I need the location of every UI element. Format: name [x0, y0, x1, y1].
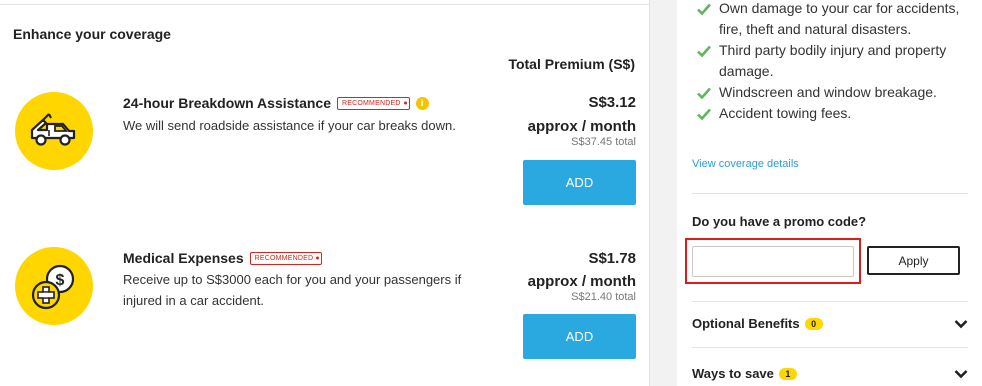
count-badge: 1 [778, 367, 797, 380]
coverage-text: Windscreen and window breakage. [719, 84, 937, 100]
addon-period: approx / month [527, 273, 636, 290]
chevron-down-icon [954, 319, 968, 328]
addon-total: S$37.45 total [571, 136, 636, 148]
chevron-down-icon [954, 369, 968, 378]
view-coverage-details-link[interactable]: View coverage details [692, 158, 799, 170]
promo-code-input[interactable] [692, 246, 854, 277]
coverage-text: Accident towing fees. [719, 105, 852, 121]
add-breakdown-button[interactable]: ADD [523, 160, 636, 205]
ways-to-save-text: Ways to save [692, 366, 774, 381]
addon-medical-expenses: $ Medical Expenses RECOMMENDED Receive u… [0, 0, 650, 359]
check-icon [697, 108, 711, 120]
optional-benefits-toggle[interactable]: Optional Benefits 0 [692, 316, 968, 331]
divider [692, 193, 968, 194]
optional-benefits-text: Optional Benefits [692, 316, 800, 331]
recommended-badge: RECOMMENDED [249, 251, 323, 265]
coverage-item: Own damage to your car for accidents, fi… [697, 0, 977, 40]
coverage-text: Third party bodily injury and property d… [719, 42, 947, 79]
medical-coins-icon: $ [15, 247, 93, 325]
ways-to-save-toggle[interactable]: Ways to save 1 [692, 366, 968, 381]
coverage-item: Windscreen and window breakage. [697, 82, 977, 103]
count-badge: 0 [804, 317, 823, 330]
addon-description: Receive up to S$3000 each for you and yo… [123, 272, 462, 308]
divider [692, 347, 968, 348]
coverage-item: Third party bodily injury and property d… [697, 40, 977, 82]
addon-price: S$1.78 [588, 250, 636, 267]
addon-total: S$21.40 total [571, 291, 636, 303]
divider [692, 301, 968, 302]
addon-name: Medical Expenses [123, 250, 244, 266]
addon-header: Medical Expenses RECOMMENDED [123, 250, 323, 266]
add-medical-button[interactable]: ADD [523, 314, 636, 359]
promo-question: Do you have a promo code? [692, 214, 867, 229]
optional-benefits-label: Optional Benefits 0 [692, 316, 823, 331]
coverage-item: Accident towing fees. [697, 103, 977, 124]
enhance-coverage-panel: Enhance your coverage Total Premium (S$)… [0, 0, 650, 386]
coverage-list: Own damage to your car for accidents, fi… [697, 0, 977, 124]
check-icon [697, 3, 711, 15]
coverage-text: Own damage to your car for accidents, fi… [719, 0, 960, 37]
ways-to-save-label: Ways to save 1 [692, 366, 797, 381]
check-icon [697, 87, 711, 99]
summary-sidebar: Own damage to your car for accidents, fi… [677, 0, 982, 386]
check-icon [697, 45, 711, 57]
apply-promo-button[interactable]: Apply [867, 246, 960, 275]
